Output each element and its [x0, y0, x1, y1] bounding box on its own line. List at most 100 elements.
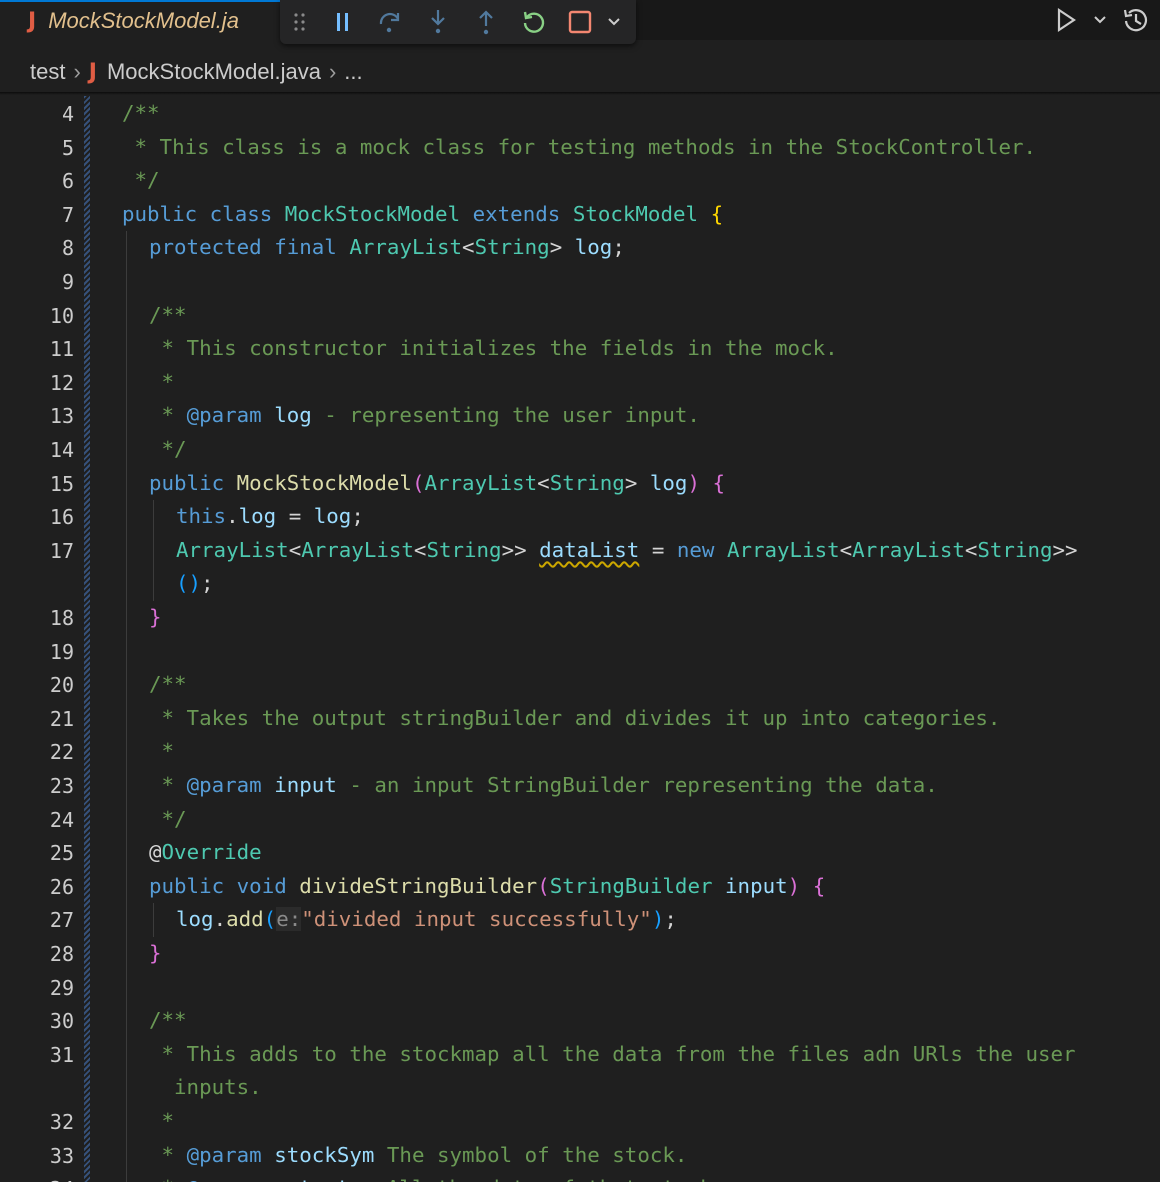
line-number: 30 [49, 1009, 74, 1034]
indent-guide [126, 533, 127, 568]
code-line[interactable]: inputs. [0, 1071, 1160, 1106]
code-line[interactable]: 17 ArrayList<ArrayList<String>> dataList … [0, 533, 1160, 568]
code-text: inputs. [149, 1075, 262, 1099]
code-line[interactable]: 9 [0, 265, 1160, 299]
code-token: ) [651, 907, 665, 932]
breadcrumb-folder[interactable]: test [30, 59, 65, 85]
code-line[interactable]: 16 this.log = log; [0, 500, 1160, 535]
code-token: @param [186, 1142, 262, 1167]
code-line[interactable]: 13 * @param log - representing the user … [0, 399, 1160, 434]
code-token: } [149, 941, 162, 965]
code-line[interactable]: 18} [0, 601, 1160, 635]
code-token: */ [149, 806, 187, 831]
line-number: 18 [49, 606, 74, 630]
breadcrumb-symbols[interactable]: ... [344, 59, 362, 85]
run-options-chevron-icon[interactable] [1088, 0, 1112, 42]
code-line[interactable]: 19 [0, 634, 1160, 669]
code-token: ArrayList [424, 470, 538, 495]
code-token: < [839, 537, 853, 562]
line-number: 29 [49, 975, 74, 1000]
drag-handle-icon[interactable] [280, 0, 320, 44]
code-editor[interactable]: 4 /** 5 * This class is a mock class for t… [0, 96, 1160, 1182]
run-icon[interactable] [1044, 0, 1088, 42]
code-text: public void divideStringBuilder(StringBu… [149, 874, 825, 898]
breadcrumb-shadow [0, 92, 1160, 95]
code-line[interactable]: 20 /** [0, 668, 1160, 703]
code-token: log [238, 504, 277, 529]
code-line[interactable]: 25 @Override [0, 836, 1160, 871]
code-line[interactable]: 32 * [0, 1105, 1160, 1139]
code-line[interactable]: 4 /** [0, 97, 1160, 131]
code-line[interactable]: (); [0, 567, 1160, 602]
code-token: ( [537, 873, 550, 898]
code-token: /** [149, 1008, 187, 1033]
code-token: * Takes the output stringBuilder and div… [149, 705, 1001, 730]
code-line[interactable]: 28} [0, 937, 1160, 971]
code-line[interactable]: 30 /** [0, 1004, 1160, 1039]
line-number: 16 [49, 505, 74, 530]
chevron-down-icon[interactable] [602, 0, 626, 44]
code-line[interactable]: 23 * @param input - an input StringBuild… [0, 769, 1160, 803]
line-number: 7 [61, 202, 74, 227]
code-token: StockModel [572, 201, 699, 226]
code-line[interactable]: 7 public class MockStockModel extends Sto… [0, 198, 1160, 232]
code-text: } [149, 941, 162, 965]
code-line[interactable]: 33 * @param stockSym The symbol of the s… [0, 1138, 1160, 1173]
code-token: < [413, 537, 427, 562]
code-line[interactable]: 11 * This constructor initializes the fi… [0, 332, 1160, 367]
code-line[interactable]: 15 public MockStockModel(ArrayList<String… [0, 466, 1160, 501]
breadcrumb-file[interactable]: MockStockModel.java [107, 59, 321, 85]
code-line[interactable]: 12 * [0, 365, 1160, 400]
code-token: ( [411, 470, 425, 495]
step-over-icon[interactable] [366, 0, 414, 44]
code-text: * This constructor initializes the field… [149, 336, 838, 360]
code-token: @param [186, 403, 262, 428]
code-token: */ [149, 437, 187, 461]
code-token: public [122, 201, 198, 226]
code-token: /** [122, 101, 160, 125]
code-line[interactable]: 10 /** [0, 298, 1160, 333]
code-token: final [274, 235, 337, 260]
stop-icon[interactable] [558, 0, 602, 44]
restart-icon[interactable] [510, 0, 558, 44]
line-number: 11 [49, 337, 74, 362]
history-icon[interactable] [1112, 0, 1160, 42]
code-token: stockSym [274, 1142, 375, 1167]
code-token: log [649, 470, 688, 495]
code-token: . [226, 504, 239, 529]
step-into-icon[interactable] [414, 0, 462, 44]
code-token: The symbol of the stock. [374, 1142, 688, 1167]
editor-tab[interactable]: J MockStockModel.ja [0, 0, 290, 40]
code-token: divideStringBuilder [299, 873, 538, 898]
code-line[interactable]: 29 [0, 970, 1160, 1005]
code-text: /** [149, 672, 187, 696]
code-text: * @param output - All the data of that s… [149, 1176, 725, 1182]
line-number: 26 [49, 874, 74, 899]
editor-actions [1044, 0, 1160, 40]
code-line[interactable]: 21 * Takes the output stringBuilder and … [0, 701, 1160, 736]
line-number: 10 [49, 303, 74, 328]
code-text: * @param log - representing the user inp… [149, 403, 700, 427]
code-line[interactable]: 6 */ [0, 164, 1160, 198]
step-out-icon[interactable] [462, 0, 510, 44]
indent-guide [126, 1004, 127, 1039]
code-line[interactable]: 27 log.add(e:"divided input successfully"… [0, 903, 1160, 938]
code-token: add [226, 907, 264, 932]
code-line[interactable]: 24 */ [0, 802, 1160, 837]
pause-icon[interactable] [320, 0, 366, 44]
code-line[interactable]: 5 * This class is a mock class for testi… [0, 131, 1160, 165]
code-line[interactable]: 22 * [0, 735, 1160, 770]
code-line[interactable]: 26 public void divideStringBuilder(String… [0, 869, 1160, 904]
code-line[interactable]: 14 */ [0, 433, 1160, 467]
code-line[interactable]: 8 protected final ArrayList<String> log; [0, 231, 1160, 266]
code-token: public [149, 873, 225, 898]
code-token: /** [149, 302, 187, 327]
code-token: class [209, 201, 273, 226]
code-line[interactable]: 31 * This adds to the stockmap all the d… [0, 1037, 1160, 1072]
line-number: 19 [49, 639, 74, 664]
code-line[interactable]: 34 * @param output - All the data of tha… [0, 1172, 1160, 1182]
code-text: */ [149, 437, 187, 461]
